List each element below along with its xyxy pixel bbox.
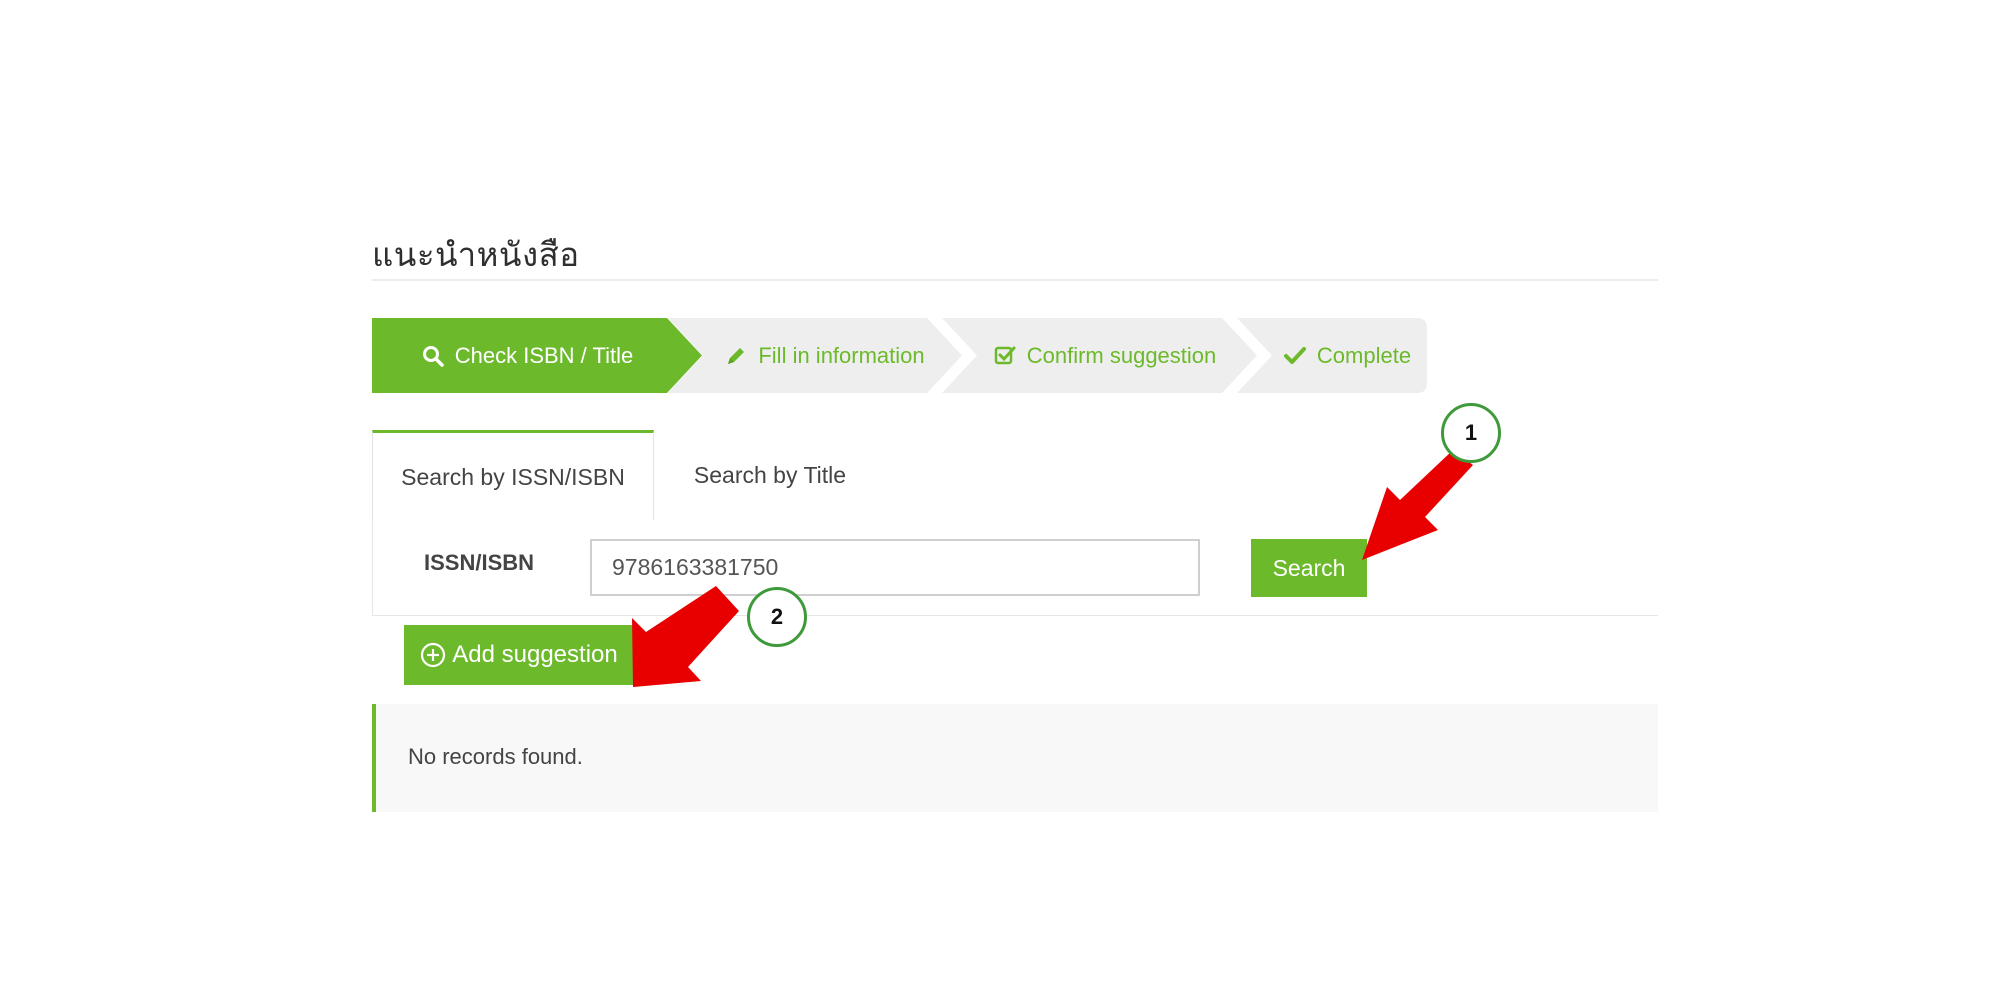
annotation-layer xyxy=(632,450,1473,687)
annotation-callout-1: 1 xyxy=(1441,403,1501,463)
annotation-arrow-2 xyxy=(632,586,739,687)
annotation-callout-2: 2 xyxy=(747,587,807,647)
annotation-arrow-1 xyxy=(1362,450,1473,560)
